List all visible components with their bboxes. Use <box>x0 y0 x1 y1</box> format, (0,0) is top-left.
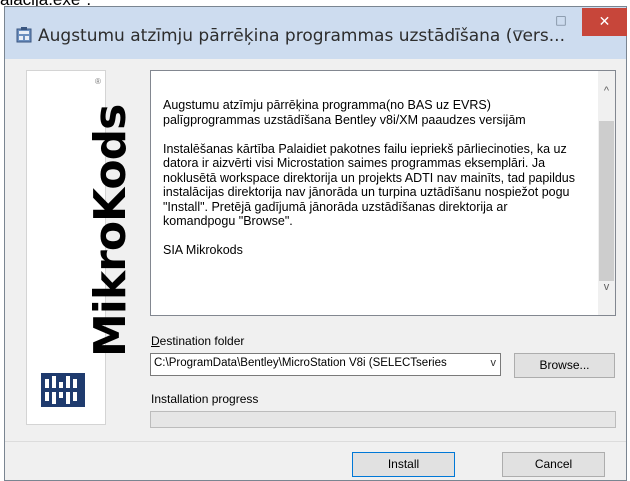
minimize-button[interactable]: − <box>504 21 534 41</box>
description-paragraph: SIA Mikrokods <box>163 243 243 257</box>
logo-wordmark: MikroKods <box>85 104 136 357</box>
chevron-down-icon[interactable]: v <box>491 357 497 369</box>
description-text: Augstumu atzīmju pārrēķina programma(no … <box>163 98 581 272</box>
description-paragraph: Augstumu atzīmju pārrēķina programma(no … <box>163 98 526 127</box>
scroll-thumb[interactable] <box>599 121 614 281</box>
destination-folder-select[interactable]: C:\ProgramData\Bentley\MicroStation V8i … <box>150 353 501 376</box>
maximize-button[interactable]: □ <box>546 13 576 33</box>
destination-label-rest: estination folder <box>159 334 245 348</box>
description-paragraph: Instalēšanas kārtība Palaidiet pakotnes … <box>163 141 576 229</box>
logo-panel: ® MikroKods <box>26 70 136 425</box>
cancel-button[interactable]: Cancel <box>502 452 605 477</box>
installer-app-icon <box>16 27 32 43</box>
destination-label-accelerator: D <box>151 334 160 348</box>
title-bar[interactable]: Augstumu atzīmju pārrēķina programmas uz… <box>5 7 627 59</box>
browse-button[interactable]: Browse... <box>514 353 615 378</box>
install-button[interactable]: Install <box>352 452 455 477</box>
logo-registered-mark: ® <box>95 77 101 86</box>
description-scrollbar[interactable]: ^ v <box>598 71 615 315</box>
dialog-content: ® MikroKods Augstumu atzīmju pārrēķina p… <box>5 59 626 429</box>
description-box[interactable]: Augstumu atzīmju pārrēķina programma(no … <box>150 70 616 316</box>
window-title: Augstumu atzīmju pārrēķina programmas uz… <box>38 26 565 46</box>
scroll-up-icon[interactable]: ^ <box>598 85 615 102</box>
destination-folder-value: C:\ProgramData\Bentley\MicroStation V8i … <box>154 357 447 369</box>
close-button[interactable]: ✕ <box>582 8 627 36</box>
destination-folder-label: Destination folder <box>151 334 244 348</box>
installation-progress-label: Installation progress <box>151 392 259 406</box>
mikrokods-logo-icon <box>41 373 85 407</box>
installation-progress-bar <box>150 411 616 428</box>
installer-window: Augstumu atzīmju pārrēķina programmas uz… <box>4 6 627 481</box>
footer-separator <box>5 441 626 442</box>
scroll-down-icon[interactable]: v <box>598 281 615 298</box>
